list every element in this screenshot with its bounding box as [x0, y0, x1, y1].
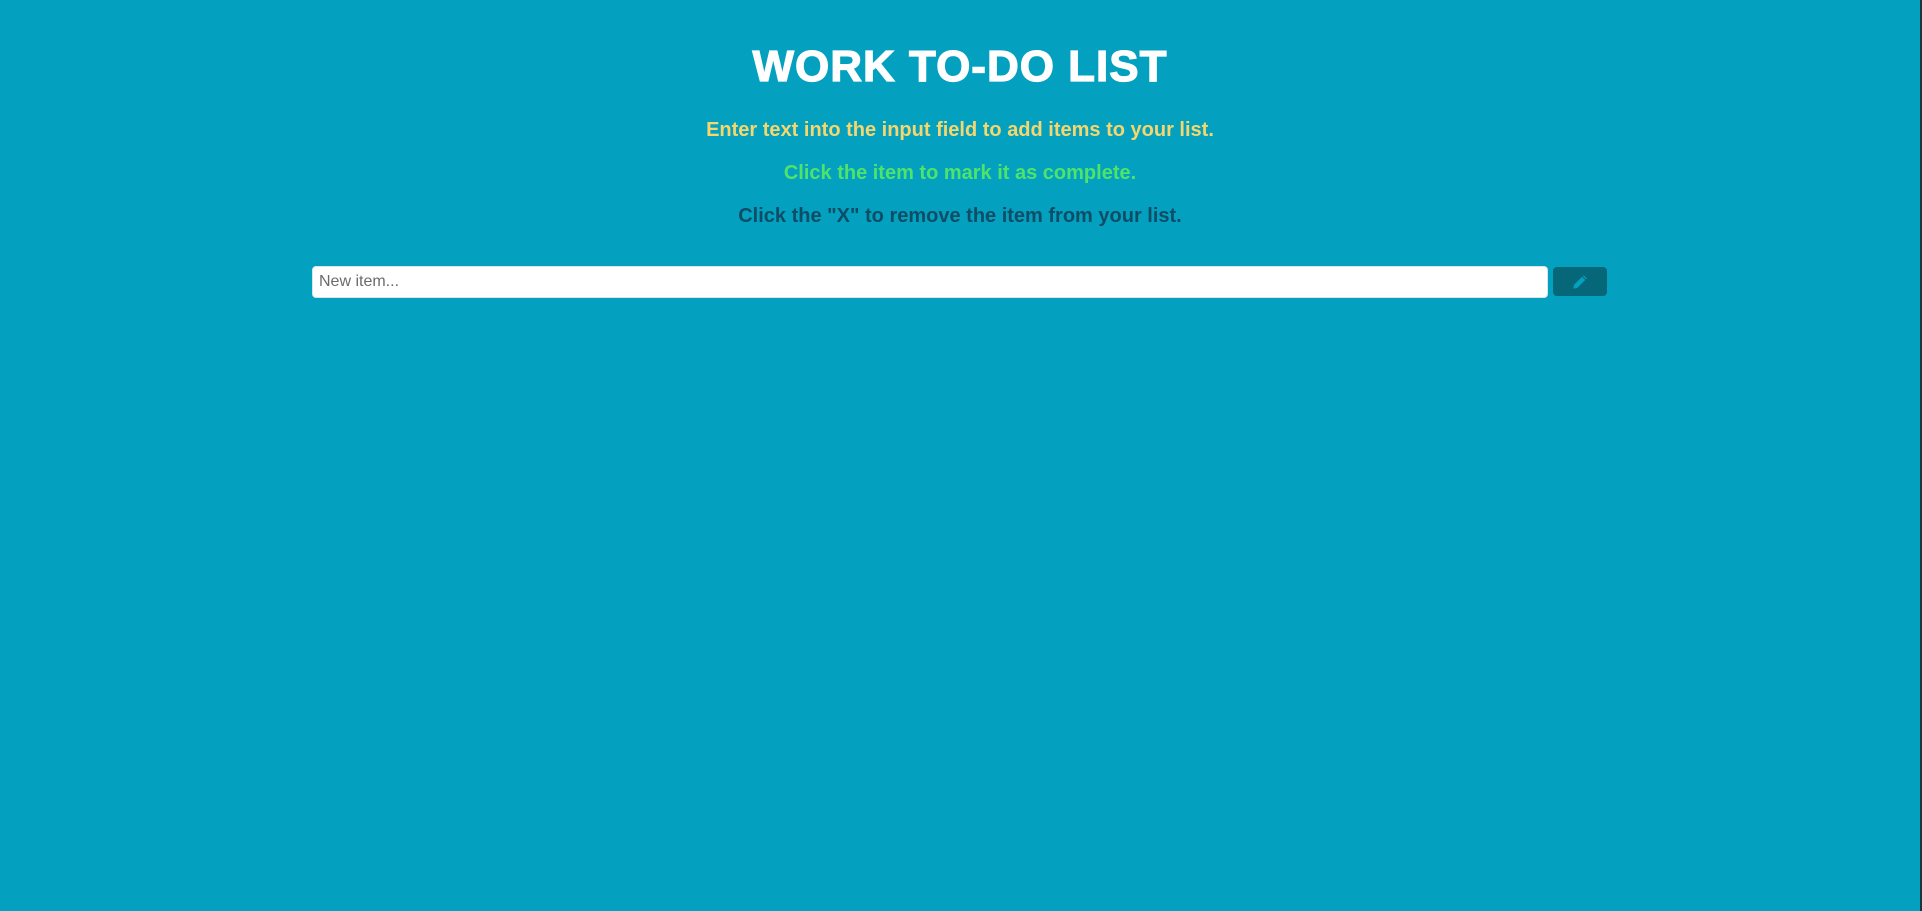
pencil-icon	[1572, 274, 1588, 290]
instruction-remove: Click the "X" to remove the item from yo…	[738, 205, 1182, 227]
new-item-form	[312, 266, 1607, 298]
todo-page: WORK TO-DO LIST Enter text into the inpu…	[0, 0, 1920, 911]
instruction-add: Enter text into the input field to add i…	[706, 119, 1214, 141]
instruction-complete: Click the item to mark it as complete.	[783, 162, 1137, 184]
add-item-button[interactable]	[1553, 267, 1607, 296]
page-title: WORK TO-DO LIST	[752, 41, 1168, 91]
new-item-input[interactable]	[312, 266, 1548, 298]
